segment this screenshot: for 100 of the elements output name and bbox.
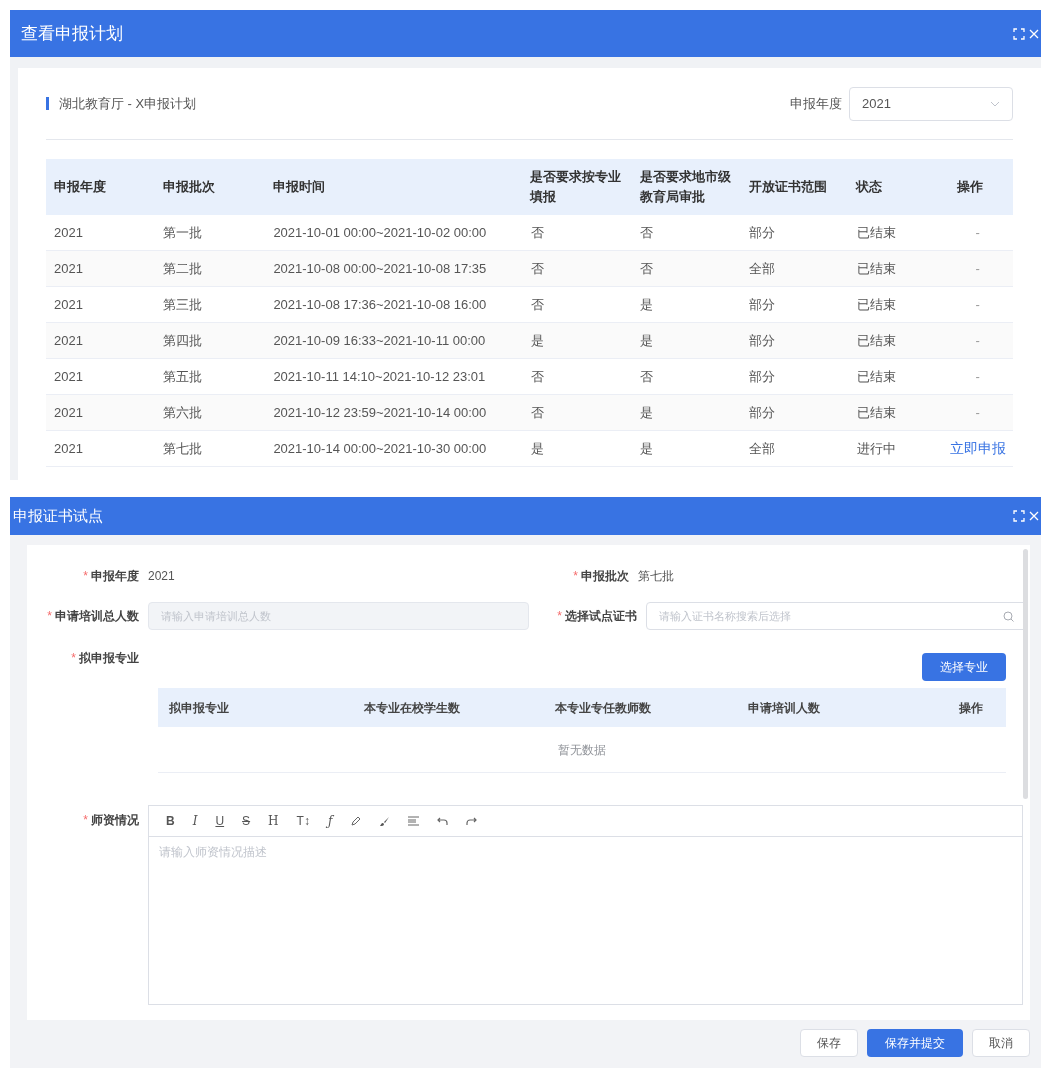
column-header: 本专业在校学生数 [364, 699, 461, 717]
column-header: 是否要求按专业填报 [530, 168, 623, 206]
table-cell-text: 是 [530, 331, 545, 350]
pencil-icon[interactable] [350, 815, 362, 827]
table-cell-text: 2021 [54, 331, 84, 350]
required-mark: * [83, 568, 88, 585]
field-label: 拟申报专业 [79, 650, 139, 667]
table-cell-text: 部分 [749, 403, 776, 422]
apply-link[interactable]: 立即申报 [949, 438, 1006, 459]
toolbar-button[interactable]: T↕ [296, 812, 310, 830]
close-icon[interactable] [1029, 28, 1039, 39]
column-header: 申报年度 [54, 178, 107, 196]
undo-icon[interactable] [437, 816, 449, 826]
required-mark: * [47, 608, 52, 625]
table-cell-text: 是 [530, 439, 545, 458]
column-header: 申请培训人数 [748, 699, 821, 717]
table-cell-text: - [975, 331, 980, 350]
column-header: 本专业专任教师数 [555, 699, 652, 717]
table-cell-text: 2021 [54, 259, 84, 278]
chevron-down-icon [990, 100, 1000, 107]
table-cell-text: 已结束 [856, 331, 897, 350]
table-cell-text: - [975, 259, 980, 278]
table-cell-text: 第一批 [162, 223, 203, 242]
fullscreen-icon[interactable] [1013, 510, 1025, 522]
toolbar-button[interactable]: S [242, 812, 251, 830]
table-cell-text: 2021-10-12 23:59~2021-10-14 00:00 [273, 403, 488, 422]
table-cell-text: - [975, 403, 980, 422]
table-cell-text: 2021 [54, 295, 84, 314]
field-value: 2021 [148, 568, 176, 585]
table-cell-text: 2021 [54, 223, 84, 242]
empty-text: 暂无数据 [558, 741, 606, 759]
field-label: 师资情况 [91, 812, 139, 829]
table-cell-text: 是 [640, 403, 655, 422]
column-header: 开放证书范围 [748, 178, 828, 196]
table-cell-text: 部分 [749, 331, 776, 350]
field-label: 选择试点证书 [565, 608, 637, 625]
table-cell-text: 部分 [749, 295, 776, 314]
select-major-button[interactable]: 选择专业 [922, 653, 1006, 681]
column-header: 拟申报专业 [169, 699, 230, 717]
table-cell-text: 否 [530, 223, 545, 242]
table-cell-text: 2021-10-08 00:00~2021-10-08 17:35 [273, 259, 488, 278]
dialog-title: 申报证书试点 [13, 505, 103, 526]
field-label: 申报年度 [790, 94, 842, 113]
table-cell-text: 第五批 [162, 367, 203, 386]
field-value: 第七批 [638, 568, 674, 585]
table-cell-text: 全部 [749, 259, 776, 278]
table-cell-text: 2021-10-14 00:00~2021-10-30 00:00 [273, 439, 488, 458]
field-label: 申请培训总人数 [55, 608, 139, 625]
year-select[interactable]: 2021 [849, 86, 1013, 121]
table-cell-text: 已结束 [856, 367, 897, 386]
redo-icon[interactable] [466, 816, 478, 826]
table-cell-text: 部分 [749, 223, 776, 242]
required-mark: * [573, 568, 578, 585]
secondary-button[interactable]: 保存 [800, 1029, 858, 1057]
field-label: 申报批次 [581, 568, 629, 585]
field-label: 申报年度 [91, 568, 139, 585]
rich-text-editor[interactable]: B I U S H T↕ ƒ 请输入师资情况描述 [148, 805, 1023, 1005]
table-cell-text: 已结束 [856, 223, 897, 242]
table-cell-text: 2021 [54, 403, 84, 422]
toolbar-button[interactable]: U [215, 812, 225, 830]
column-header: 申报时间 [273, 178, 327, 196]
required-mark: * [557, 608, 562, 625]
section-title: 湖北教育厅 - X申报计划 [59, 94, 197, 113]
table-cell-text: 已结束 [856, 295, 897, 314]
table-cell-text: 部分 [749, 367, 776, 386]
required-mark: * [71, 650, 76, 667]
table-cell-text: 否 [640, 367, 655, 386]
table-cell-text: 否 [530, 295, 545, 314]
fullscreen-icon[interactable] [1013, 27, 1025, 40]
table-cell-text: 全部 [749, 439, 776, 458]
table-cell-text: - [975, 367, 980, 386]
table-cell-text: 否 [530, 403, 545, 422]
toolbar-button[interactable]: H [268, 812, 279, 830]
table-cell-text: 第七批 [162, 439, 203, 458]
column-header: 是否要求地市级教育局审批 [639, 168, 732, 206]
column-header: 操作 [958, 699, 984, 717]
table-cell-text: 是 [640, 331, 655, 350]
toolbar-button[interactable]: ƒ [327, 812, 333, 830]
toolbar-button[interactable]: I [192, 812, 198, 830]
teachers-textarea[interactable]: 请输入师资情况描述 [149, 837, 1022, 1004]
table-cell-text: 已结束 [856, 259, 897, 278]
table-cell-text: 是 [640, 439, 655, 458]
table-cell-text: 第六批 [162, 403, 203, 422]
required-mark: * [83, 812, 88, 829]
primary-button[interactable]: 保存并提交 [867, 1029, 963, 1057]
close-icon[interactable] [1029, 511, 1039, 521]
table-cell-text: 第二批 [162, 259, 203, 278]
secondary-button[interactable]: 取消 [972, 1029, 1030, 1057]
table-cell-text: 已结束 [856, 403, 897, 422]
table-cell-text: 是 [640, 295, 655, 314]
table-cell-text: 第四批 [162, 331, 203, 350]
search-icon [1003, 610, 1014, 622]
column-header: 状态 [856, 178, 884, 196]
toolbar-button[interactable]: B [166, 812, 175, 830]
table-cell-text: 否 [640, 259, 655, 278]
dialog-title: 查看申报计划 [21, 22, 123, 45]
table-cell-text: 否 [530, 367, 545, 386]
table-cell-text: 2021-10-08 17:36~2021-10-08 16:00 [273, 295, 488, 314]
table-cell-text: 第三批 [162, 295, 203, 314]
column-header: 申报批次 [162, 178, 216, 196]
